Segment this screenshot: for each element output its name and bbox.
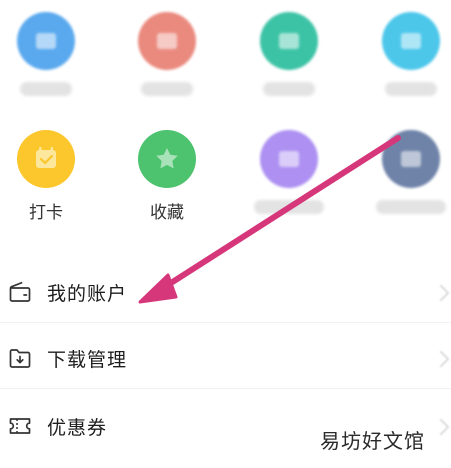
watermark: 易坊好文馆 xyxy=(320,429,425,453)
annotation-arrow xyxy=(138,135,401,304)
